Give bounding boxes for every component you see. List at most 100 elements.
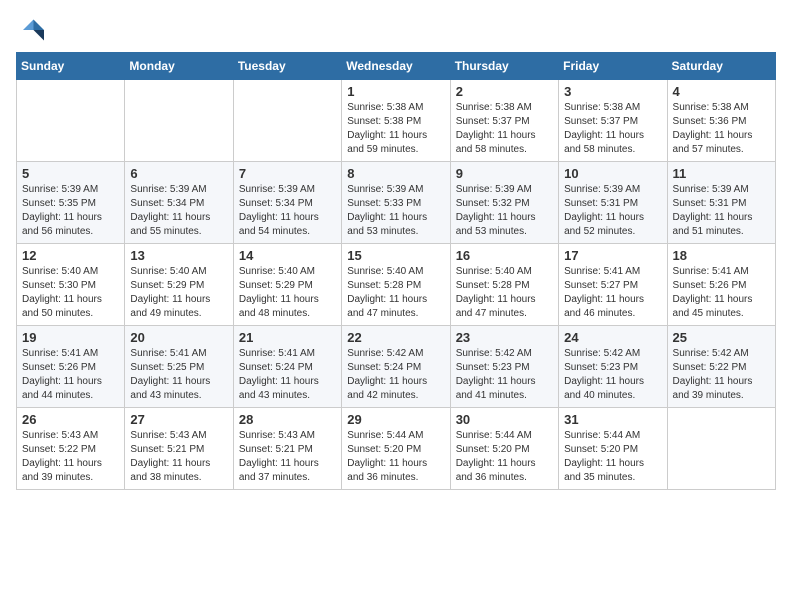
day-number: 24 [564,330,661,345]
header-wednesday: Wednesday [342,53,450,80]
calendar-week-row: 5 Sunrise: 5:39 AM Sunset: 5:35 PM Daylig… [17,162,776,244]
calendar-cell: 16 Sunrise: 5:40 AM Sunset: 5:28 PM Dayli… [450,244,558,326]
calendar-cell [17,80,125,162]
day-info: Sunrise: 5:41 AM Sunset: 5:26 PM Dayligh… [22,347,119,403]
day-number: 10 [564,166,661,181]
day-info: Sunrise: 5:42 AM Sunset: 5:23 PM Dayligh… [456,347,553,403]
day-number: 31 [564,412,661,427]
day-info: Sunrise: 5:42 AM Sunset: 5:23 PM Dayligh… [564,347,661,403]
day-info: Sunrise: 5:41 AM Sunset: 5:27 PM Dayligh… [564,265,661,321]
day-number: 22 [347,330,444,345]
logo [16,16,48,44]
day-number: 26 [22,412,119,427]
day-info: Sunrise: 5:39 AM Sunset: 5:34 PM Dayligh… [239,183,336,239]
calendar-cell: 31 Sunrise: 5:44 AM Sunset: 5:20 PM Dayli… [559,408,667,490]
calendar-cell [667,408,775,490]
header-monday: Monday [125,53,233,80]
calendar-cell: 1 Sunrise: 5:38 AM Sunset: 5:38 PM Daylig… [342,80,450,162]
calendar-cell: 22Sunrise: 5:42 AM Sunset: 5:24 PM Dayli… [342,326,450,408]
day-number: 11 [673,166,770,181]
calendar-cell: 14Sunrise: 5:40 AM Sunset: 5:29 PM Dayli… [233,244,341,326]
day-info: Sunrise: 5:39 AM Sunset: 5:31 PM Dayligh… [564,183,661,239]
day-info: Sunrise: 5:38 AM Sunset: 5:37 PM Dayligh… [564,101,661,157]
day-info: Sunrise: 5:41 AM Sunset: 5:24 PM Dayligh… [239,347,336,403]
calendar-cell: 26 Sunrise: 5:43 AM Sunset: 5:22 PM Dayli… [17,408,125,490]
calendar-cell: 28 Sunrise: 5:43 AM Sunset: 5:21 PM Dayli… [233,408,341,490]
logo-icon [16,16,44,44]
day-info: Sunrise: 5:40 AM Sunset: 5:28 PM Dayligh… [347,265,444,321]
day-info: Sunrise: 5:43 AM Sunset: 5:21 PM Dayligh… [130,429,227,485]
day-number: 3 [564,84,661,99]
day-number: 1 [347,84,444,99]
day-number: 4 [673,84,770,99]
day-number: 23 [456,330,553,345]
day-info: Sunrise: 5:39 AM Sunset: 5:35 PM Dayligh… [22,183,119,239]
calendar-cell: 3 Sunrise: 5:38 AM Sunset: 5:37 PM Daylig… [559,80,667,162]
calendar-cell: 12 Sunrise: 5:40 AM Sunset: 5:30 PM Dayli… [17,244,125,326]
day-number: 7 [239,166,336,181]
day-number: 6 [130,166,227,181]
calendar-cell: 27 Sunrise: 5:43 AM Sunset: 5:21 PM Dayli… [125,408,233,490]
header-sunday: Sunday [17,53,125,80]
day-info: Sunrise: 5:44 AM Sunset: 5:20 PM Dayligh… [347,429,444,485]
calendar-cell: 11 Sunrise: 5:39 AM Sunset: 5:31 PM Dayli… [667,162,775,244]
calendar-week-row: 12 Sunrise: 5:40 AM Sunset: 5:30 PM Dayli… [17,244,776,326]
day-number: 21 [239,330,336,345]
day-info: Sunrise: 5:38 AM Sunset: 5:36 PM Dayligh… [673,101,770,157]
day-number: 5 [22,166,119,181]
header-saturday: Saturday [667,53,775,80]
calendar-cell: 15Sunrise: 5:40 AM Sunset: 5:28 PM Dayli… [342,244,450,326]
calendar-cell: 17 Sunrise: 5:41 AM Sunset: 5:27 PM Dayli… [559,244,667,326]
calendar-week-row: 1 Sunrise: 5:38 AM Sunset: 5:38 PM Daylig… [17,80,776,162]
day-info: Sunrise: 5:39 AM Sunset: 5:33 PM Dayligh… [347,183,444,239]
day-info: Sunrise: 5:39 AM Sunset: 5:31 PM Dayligh… [673,183,770,239]
day-number: 27 [130,412,227,427]
day-info: Sunrise: 5:44 AM Sunset: 5:20 PM Dayligh… [564,429,661,485]
day-info: Sunrise: 5:41 AM Sunset: 5:25 PM Dayligh… [130,347,227,403]
day-info: Sunrise: 5:39 AM Sunset: 5:34 PM Dayligh… [130,183,227,239]
calendar-cell: 8 Sunrise: 5:39 AM Sunset: 5:33 PM Daylig… [342,162,450,244]
calendar-cell: 5 Sunrise: 5:39 AM Sunset: 5:35 PM Daylig… [17,162,125,244]
day-number: 8 [347,166,444,181]
day-info: Sunrise: 5:43 AM Sunset: 5:22 PM Dayligh… [22,429,119,485]
calendar-week-row: 19 Sunrise: 5:41 AM Sunset: 5:26 PM Dayli… [17,326,776,408]
day-number: 2 [456,84,553,99]
day-number: 16 [456,248,553,263]
calendar-table: SundayMondayTuesdayWednesdayThursdayFrid… [16,52,776,490]
day-number: 17 [564,248,661,263]
calendar-cell [125,80,233,162]
day-number: 13 [130,248,227,263]
calendar-cell: 9 Sunrise: 5:39 AM Sunset: 5:32 PM Daylig… [450,162,558,244]
day-info: Sunrise: 5:43 AM Sunset: 5:21 PM Dayligh… [239,429,336,485]
day-number: 14 [239,248,336,263]
day-number: 20 [130,330,227,345]
calendar-cell: 25 Sunrise: 5:42 AM Sunset: 5:22 PM Dayli… [667,326,775,408]
calendar-week-row: 26 Sunrise: 5:43 AM Sunset: 5:22 PM Dayli… [17,408,776,490]
header-friday: Friday [559,53,667,80]
calendar-cell: 30 Sunrise: 5:44 AM Sunset: 5:20 PM Dayli… [450,408,558,490]
day-number: 30 [456,412,553,427]
calendar-cell: 4 Sunrise: 5:38 AM Sunset: 5:36 PM Daylig… [667,80,775,162]
calendar-cell: 10 Sunrise: 5:39 AM Sunset: 5:31 PM Dayli… [559,162,667,244]
day-number: 25 [673,330,770,345]
calendar-cell: 7 Sunrise: 5:39 AM Sunset: 5:34 PM Daylig… [233,162,341,244]
day-info: Sunrise: 5:38 AM Sunset: 5:38 PM Dayligh… [347,101,444,157]
calendar-cell: 29Sunrise: 5:44 AM Sunset: 5:20 PM Dayli… [342,408,450,490]
day-info: Sunrise: 5:40 AM Sunset: 5:28 PM Dayligh… [456,265,553,321]
header-thursday: Thursday [450,53,558,80]
day-number: 12 [22,248,119,263]
calendar-header-row: SundayMondayTuesdayWednesdayThursdayFrid… [17,53,776,80]
calendar-cell: 23 Sunrise: 5:42 AM Sunset: 5:23 PM Dayli… [450,326,558,408]
day-info: Sunrise: 5:44 AM Sunset: 5:20 PM Dayligh… [456,429,553,485]
day-number: 19 [22,330,119,345]
calendar-cell: 19 Sunrise: 5:41 AM Sunset: 5:26 PM Dayli… [17,326,125,408]
calendar-cell [233,80,341,162]
day-info: Sunrise: 5:42 AM Sunset: 5:22 PM Dayligh… [673,347,770,403]
calendar-cell: 2Sunrise: 5:38 AM Sunset: 5:37 PM Daylig… [450,80,558,162]
header-tuesday: Tuesday [233,53,341,80]
day-number: 9 [456,166,553,181]
calendar-cell: 6 Sunrise: 5:39 AM Sunset: 5:34 PM Daylig… [125,162,233,244]
day-info: Sunrise: 5:39 AM Sunset: 5:32 PM Dayligh… [456,183,553,239]
day-number: 28 [239,412,336,427]
day-info: Sunrise: 5:40 AM Sunset: 5:30 PM Dayligh… [22,265,119,321]
